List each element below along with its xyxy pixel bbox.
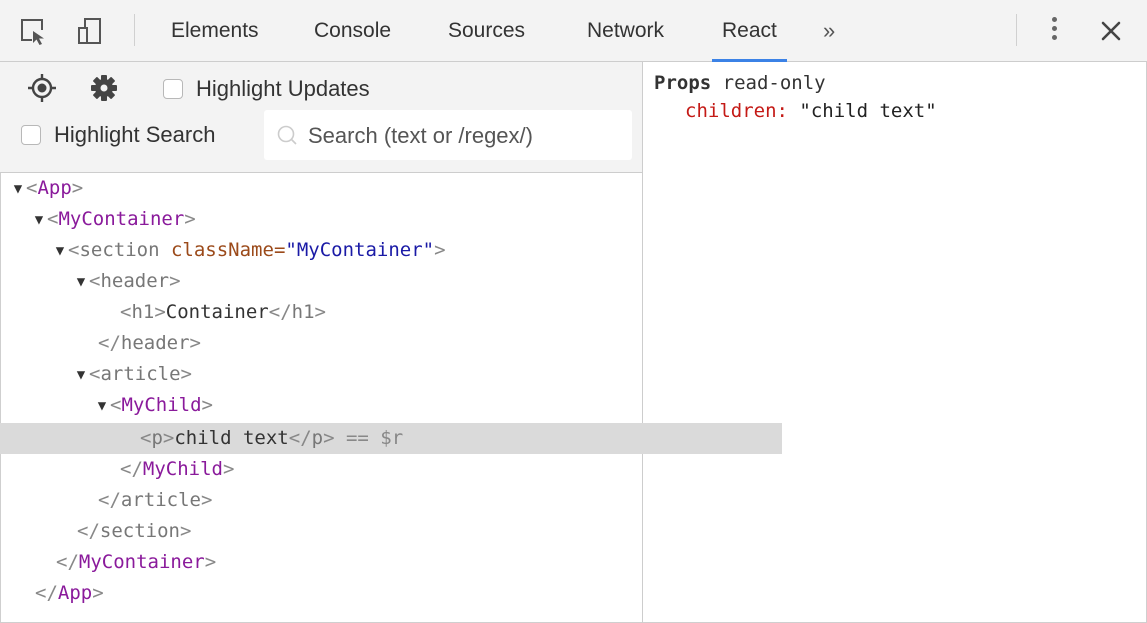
highlight-search-checkbox[interactable] [21, 125, 41, 145]
search-input[interactable] [306, 110, 628, 162]
text-node: child text [174, 427, 289, 449]
tree-row-mychild[interactable]: ▼ <MyChild> [0, 390, 736, 421]
element-name: header [120, 332, 190, 354]
tree-row-section[interactable]: ▼ <section className="MyContainer"> [0, 235, 694, 266]
search-icon [277, 125, 297, 145]
tree-row-mychild-close[interactable]: </MyChild> [0, 454, 762, 485]
prop-row[interactable]: children: "child text" [685, 96, 937, 126]
highlight-search-label[interactable]: Highlight Search [54, 122, 215, 148]
tree-row-article[interactable]: ▼ <article> [0, 359, 715, 390]
component-name: MyChild [121, 394, 202, 416]
props-title: Props [654, 72, 712, 94]
expand-arrow-icon[interactable]: ▼ [73, 267, 89, 298]
more-tabs-button[interactable]: » [823, 0, 835, 61]
element-name: header [100, 270, 170, 292]
expand-arrow-icon[interactable]: ▼ [73, 360, 89, 391]
tree-row-app-close[interactable]: </App> [0, 578, 677, 609]
attribute-value: "MyContainer" [285, 239, 435, 261]
tab-console[interactable]: Console [314, 0, 391, 61]
element-name: p [151, 427, 163, 449]
expand-arrow-icon[interactable]: ▼ [31, 205, 47, 236]
tree-row-header[interactable]: ▼ <header> [0, 266, 715, 297]
selected-node-hint: == $r [334, 427, 404, 449]
tree-row-mycontainer[interactable]: ▼ <MyContainer> [0, 204, 673, 235]
gear-icon[interactable] [90, 74, 118, 102]
component-name: MyContainer [78, 551, 205, 573]
element-name: p [311, 427, 324, 449]
tab-react[interactable]: React [712, 0, 787, 62]
tree-row-app[interactable]: ▼ <App> [0, 173, 652, 204]
tab-elements[interactable]: Elements [171, 0, 259, 61]
attribute-name: className [170, 239, 274, 261]
component-name: MyContainer [58, 208, 185, 230]
prop-key: children: [685, 100, 788, 122]
element-name: h1 [131, 301, 155, 323]
expand-arrow-icon[interactable]: ▼ [10, 174, 26, 205]
text-node: Container [165, 301, 269, 323]
tab-network[interactable]: Network [587, 0, 664, 61]
element-name: article [120, 489, 201, 511]
props-panel: Props read-only children: "child text" [654, 70, 937, 126]
close-icon[interactable] [1097, 17, 1125, 45]
component-name: App [57, 582, 93, 604]
tree-row-h1[interactable]: <h1>Container</h1> [0, 297, 762, 328]
more-vert-icon[interactable] [1046, 14, 1062, 48]
tree-row-header-close[interactable]: </header> [0, 328, 740, 359]
component-name: MyChild [142, 458, 223, 480]
search-box [264, 110, 632, 162]
inspect-element-icon[interactable] [20, 17, 50, 47]
element-name: section [79, 239, 160, 261]
element-name: section [99, 520, 180, 542]
prop-value[interactable]: "child text" [799, 100, 936, 122]
highlight-updates-label[interactable]: Highlight Updates [196, 76, 370, 102]
expand-arrow-icon[interactable]: ▼ [52, 236, 68, 267]
component-name: App [37, 177, 72, 199]
device-toolbar-icon[interactable] [76, 17, 106, 47]
props-subtitle: read-only [711, 72, 826, 94]
toolbar-separator [1016, 14, 1017, 46]
tree-row-p-selected[interactable]: <p>child text</p> == $r [0, 423, 782, 454]
element-name: h1 [291, 301, 315, 323]
tree-row-mycontainer-close[interactable]: </MyContainer> [0, 547, 698, 578]
highlight-updates-checkbox[interactable] [163, 79, 183, 99]
tree-row-article-close[interactable]: </article> [0, 485, 740, 516]
tree-row-section-close[interactable]: </section> [0, 516, 719, 547]
target-icon[interactable] [27, 73, 57, 103]
expand-arrow-icon[interactable]: ▼ [94, 391, 110, 422]
props-header: Props read-only [654, 70, 937, 96]
react-controls-bar: Highlight Updates Highlight Search [0, 62, 642, 173]
toolbar-separator [134, 14, 135, 46]
tab-sources[interactable]: Sources [448, 0, 525, 61]
devtools-toolbar: Elements Console Sources Network React » [0, 0, 1147, 62]
element-name: article [100, 363, 181, 385]
